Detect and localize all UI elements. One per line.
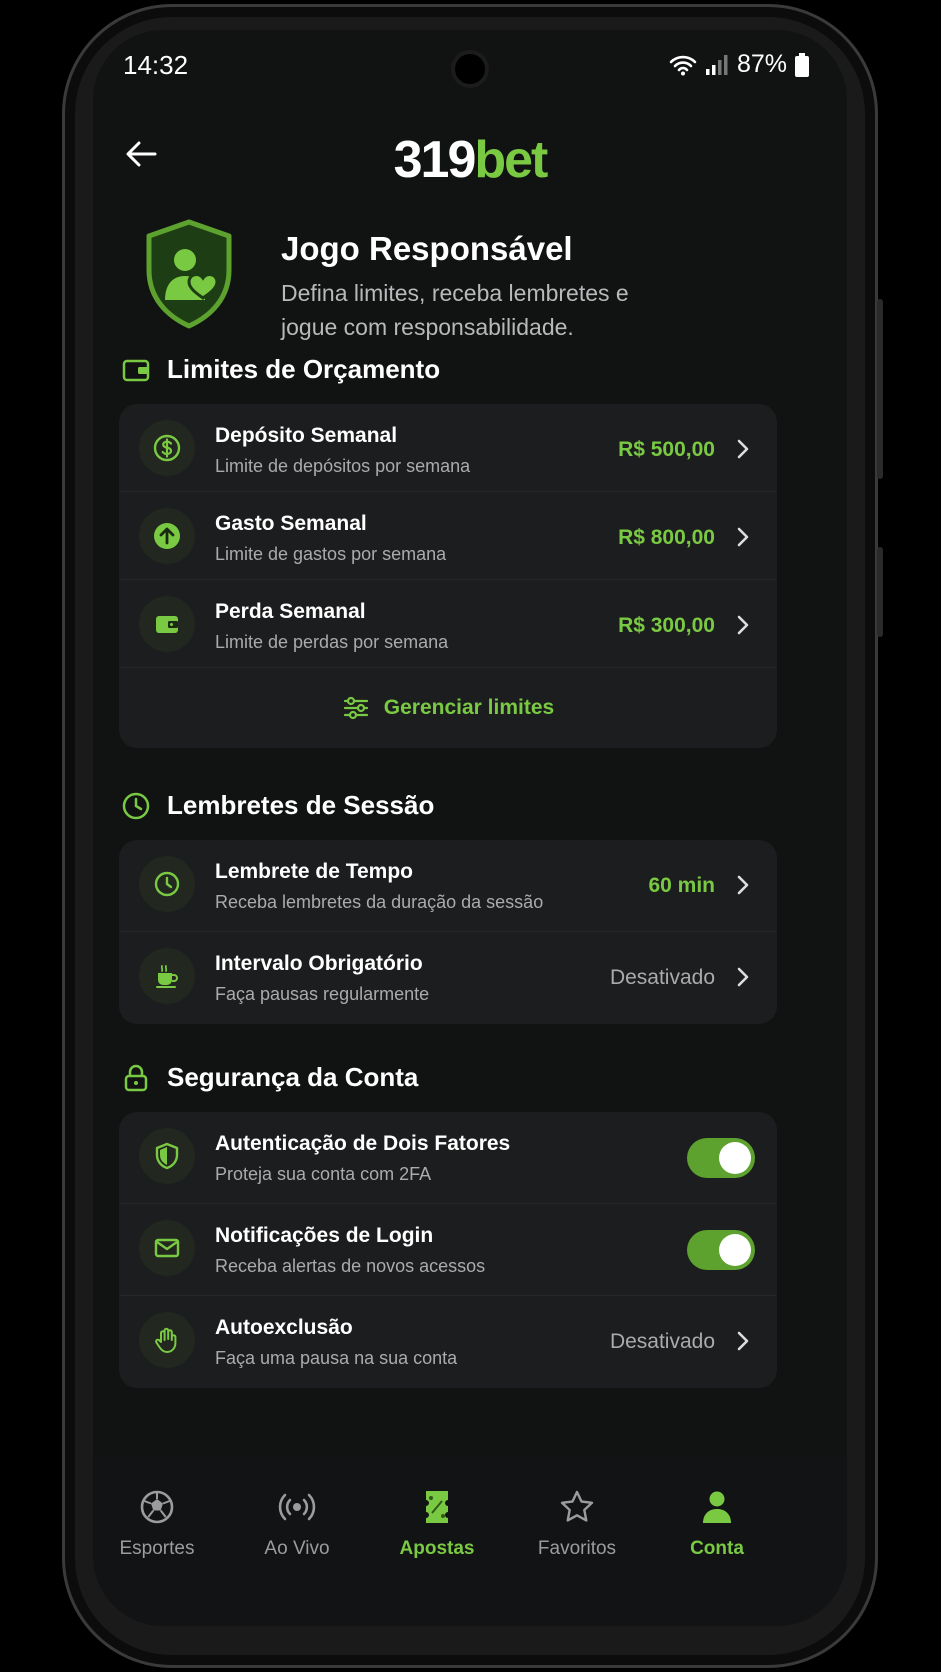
wallet-icon <box>139 596 195 652</box>
nav-item-conta[interactable]: Conta <box>647 1488 787 1560</box>
chevron-right-icon <box>737 615 749 635</box>
row-value: Desativado <box>609 1330 715 1353</box>
status-icons: 87% <box>669 50 809 79</box>
battery-percent: 87% <box>736 50 787 78</box>
wifi-icon <box>669 55 697 75</box>
volume-button <box>877 299 883 479</box>
clock-icon <box>122 792 150 819</box>
row-label: Gasto Semanal <box>215 512 367 535</box>
nav-label: Apostas <box>399 1538 475 1559</box>
ticket-icon <box>426 1491 448 1523</box>
row-description: Proteja sua conta com 2FA <box>215 1164 432 1184</box>
row-value: 60 min <box>648 874 715 897</box>
page-title: Jogo Responsável <box>281 230 573 267</box>
page-subtitle: Defina limites, receba lembretes e jogue… <box>281 280 629 340</box>
coffee-cup-icon <box>139 948 195 1004</box>
shield-heart-icon <box>146 219 232 329</box>
manage-limits-label: Gerenciar limites <box>383 696 555 719</box>
star-icon <box>560 1490 594 1522</box>
row-label: Autenticação de Dois Fatores <box>215 1132 511 1155</box>
row-value: Desativado <box>609 966 715 989</box>
envelope-icon <box>139 1220 195 1276</box>
session-row-mandatory-break[interactable]: Intervalo Obrigatório Faça pausas regula… <box>119 932 777 1024</box>
arrow-up-circle-icon <box>139 508 195 564</box>
signal-icon <box>705 54 728 75</box>
security-card: Autenticação de Dois Fatores Proteja sua… <box>119 1112 777 1388</box>
nav-label: Ao Vivo <box>264 1538 330 1559</box>
budget-row-deposit[interactable]: Depósito Semanal Limite de depósitos por… <box>119 404 777 492</box>
chevron-right-icon <box>737 527 749 547</box>
session-card: Lembrete de Tempo Receba lembretes da du… <box>119 840 777 1024</box>
row-description: Receba alertas de novos acessos <box>215 1256 486 1276</box>
toggle-knob <box>719 1234 751 1266</box>
padlock-icon <box>124 1064 148 1091</box>
budget-card: Depósito Semanal Limite de depósitos por… <box>119 404 777 748</box>
row-label: Notificações de Login <box>215 1224 434 1247</box>
shield-icon <box>139 1128 195 1184</box>
chevron-right-icon <box>737 967 749 987</box>
chevron-right-icon <box>737 875 749 895</box>
row-label: Autoexclusão <box>215 1316 353 1339</box>
budget-row-spend[interactable]: Gasto Semanal Limite de gastos por seman… <box>119 492 777 580</box>
nav-label: Esportes <box>119 1538 195 1559</box>
bottom-nav: Esportes Ao Vivo Apostas Favoritos Conta <box>93 1456 847 1626</box>
session-row-time-reminder[interactable]: Lembrete de Tempo Receba lembretes da du… <box>119 840 777 932</box>
row-value: R$ 300,00 <box>618 614 715 637</box>
power-button <box>877 547 883 637</box>
nav-item-ao-vivo[interactable]: Ao Vivo <box>227 1488 367 1560</box>
status-bar: 14:32 87% <box>93 30 847 102</box>
dollar-icon <box>139 420 195 476</box>
section-budget-header: Limites de Orçamento <box>121 354 440 385</box>
section-title: Lembretes de Sessão <box>167 790 435 820</box>
status-time: 14:32 <box>123 50 189 80</box>
manage-limits-button[interactable]: Gerenciar limites <box>119 668 777 748</box>
row-value: R$ 500,00 <box>618 438 715 461</box>
security-row-2fa: Autenticação de Dois Fatores Proteja sua… <box>119 1112 777 1204</box>
sliders-icon <box>343 696 368 720</box>
logo: 319bet <box>393 131 549 189</box>
row-label: Perda Semanal <box>215 600 366 623</box>
login-notifications-toggle[interactable] <box>687 1230 755 1270</box>
nav-item-esportes[interactable]: Esportes <box>93 1488 227 1560</box>
screen: 14:32 87% 319bet Jogo Responsável Defina… <box>93 30 847 1626</box>
row-description: Limite de perdas por semana <box>215 632 449 652</box>
section-title: Segurança da Conta <box>167 1062 419 1092</box>
user-icon <box>703 1491 731 1523</box>
wallet-icon <box>122 359 150 381</box>
row-label: Lembrete de Tempo <box>215 860 413 883</box>
security-row-login-notifications: Notificações de Login Receba alertas de … <box>119 1204 777 1296</box>
hand-stop-icon <box>139 1312 195 1368</box>
row-description: Faça pausas regularmente <box>215 984 430 1004</box>
row-description: Receba lembretes da duração da sessão <box>215 892 544 912</box>
row-description: Limite de gastos por semana <box>215 544 447 564</box>
section-security-header: Segurança da Conta <box>121 1062 418 1093</box>
battery-icon <box>795 52 809 77</box>
row-description: Limite de depósitos por semana <box>215 456 471 476</box>
row-description: Faça uma pausa na sua conta <box>215 1348 458 1368</box>
live-broadcast-icon <box>278 1493 316 1521</box>
security-row-self-exclusion[interactable]: Autoexclusão Faça uma pausa na sua conta… <box>119 1296 777 1388</box>
budget-row-loss[interactable]: Perda Semanal Limite de perdas por seman… <box>119 580 777 668</box>
row-label: Depósito Semanal <box>215 424 398 447</box>
toggle-knob <box>719 1142 751 1174</box>
section-title: Limites de Orçamento <box>167 354 441 384</box>
row-label: Intervalo Obrigatório <box>215 952 423 975</box>
front-camera <box>451 50 489 88</box>
chevron-right-icon <box>737 1331 749 1351</box>
nav-item-apostas[interactable]: Apostas <box>367 1488 507 1560</box>
row-value: R$ 800,00 <box>618 526 715 549</box>
chevron-right-icon <box>737 439 749 459</box>
nav-label: Favoritos <box>537 1538 617 1559</box>
nav-item-favoritos[interactable]: Favoritos <box>507 1488 647 1560</box>
clock-icon <box>139 856 195 912</box>
section-session-header: Lembretes de Sessão <box>121 790 434 821</box>
nav-label: Conta <box>690 1538 744 1559</box>
2fa-toggle[interactable] <box>687 1138 755 1178</box>
soccer-ball-icon <box>140 1490 174 1524</box>
